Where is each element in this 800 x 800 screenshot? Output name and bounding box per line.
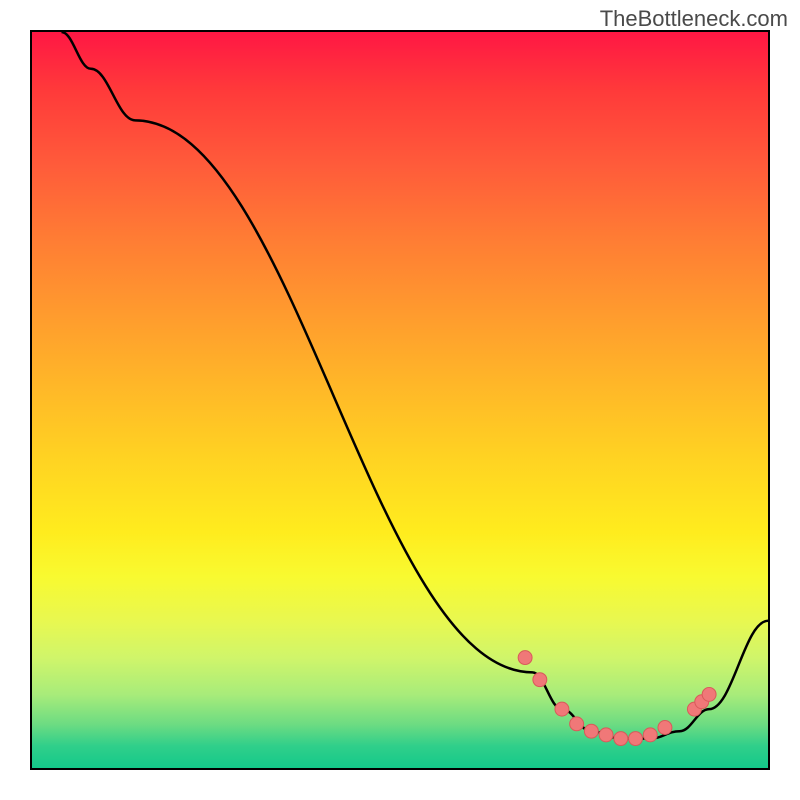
chart-container: TheBottleneck.com — [0, 0, 800, 800]
data-point — [643, 728, 657, 742]
data-point — [584, 724, 598, 738]
curve-group — [61, 32, 768, 739]
data-point — [570, 717, 584, 731]
bottleneck-curve — [61, 32, 768, 739]
data-point — [614, 732, 628, 746]
data-point — [555, 702, 569, 716]
curve-layer — [32, 32, 768, 768]
watermark-text: TheBottleneck.com — [600, 6, 788, 32]
data-point — [629, 732, 643, 746]
data-point — [702, 687, 716, 701]
plot-area — [30, 30, 770, 770]
data-point — [518, 651, 532, 665]
data-point — [533, 673, 547, 687]
marker-group — [518, 651, 716, 746]
data-point — [658, 721, 672, 735]
data-point — [599, 728, 613, 742]
